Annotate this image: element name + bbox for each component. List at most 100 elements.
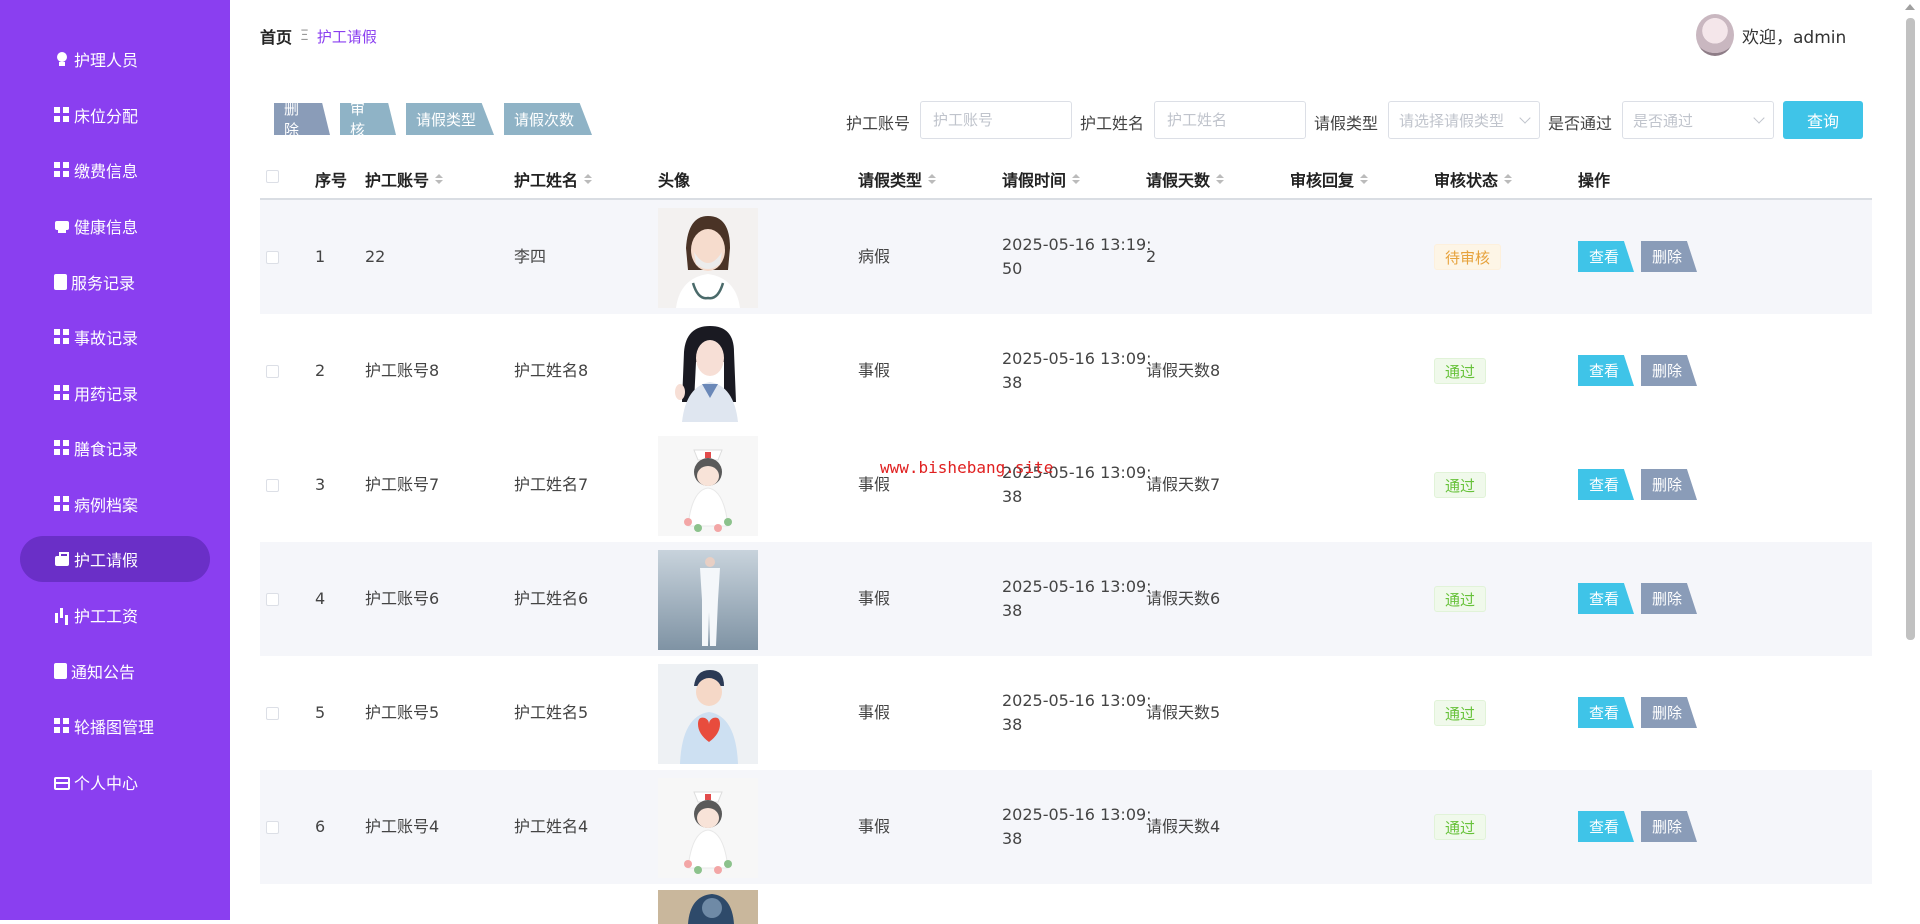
sort-icon[interactable]	[1072, 174, 1081, 184]
row-checkbox[interactable]	[266, 821, 279, 834]
breadcrumb-separator: Ξ	[300, 28, 309, 44]
sidebar-item-medication-records[interactable]: 用药记录	[20, 370, 210, 416]
sort-icon[interactable]	[435, 174, 444, 184]
type-filter-select[interactable]: 请选择请假类型	[1388, 101, 1540, 139]
sidebar-item-case-files[interactable]: 病例档案	[20, 481, 210, 527]
view-button[interactable]: 查看	[1578, 811, 1634, 842]
breadcrumb: 首页 Ξ 护工请假	[260, 24, 377, 48]
audit-button[interactable]: 审核	[340, 103, 396, 135]
sidebar-item-caregiver-leave[interactable]: 护工请假	[20, 536, 210, 582]
sidebar-item-caregiver-salary[interactable]: 护工工资	[20, 592, 210, 638]
sidebar-item-notices[interactable]: 通知公告	[20, 648, 210, 694]
sort-icon[interactable]	[928, 174, 937, 184]
table-row[interactable]: 6 护工账号4 护工姓名4 事假 2025-05-16 13:09: 38 请假…	[260, 770, 1872, 884]
cell-index: 1	[315, 247, 326, 266]
row-checkbox[interactable]	[266, 593, 279, 606]
header-name[interactable]: 护工姓名	[514, 167, 593, 191]
clipboard-icon	[54, 274, 67, 290]
cell-index: 5	[315, 703, 326, 722]
header-days-label: 请假天数	[1146, 171, 1211, 190]
status-badge: 通过	[1434, 586, 1487, 612]
briefcase-icon	[54, 551, 70, 567]
delete-row-button[interactable]: 删除	[1641, 583, 1697, 614]
sidebar-item-health[interactable]: 健康信息	[20, 203, 210, 249]
sidebar-item-service-records[interactable]: 服务记录	[20, 259, 210, 305]
sidebar-item-label: 床位分配	[74, 107, 139, 126]
sort-icon[interactable]	[1504, 174, 1513, 184]
cell-days: 请假天数4	[1146, 817, 1221, 836]
sidebar-item-label: 病例档案	[74, 496, 139, 515]
view-button[interactable]: 查看	[1578, 355, 1634, 386]
vertical-scrollbar[interactable]	[1906, 18, 1915, 640]
account-filter-input[interactable]	[920, 101, 1072, 139]
row-checkbox[interactable]	[266, 251, 279, 264]
sort-icon[interactable]	[584, 174, 593, 184]
view-button[interactable]: 查看	[1578, 241, 1634, 272]
view-button[interactable]: 查看	[1578, 583, 1634, 614]
header-status[interactable]: 审核状态	[1434, 167, 1513, 191]
cell-time-line1: 2025-05-16 13:19:	[1002, 235, 1152, 254]
lightbulb-icon	[54, 51, 70, 67]
avatar[interactable]	[1696, 14, 1734, 56]
sidebar-item-profile[interactable]: 个人中心	[20, 759, 210, 805]
sidebar-item-label: 护工请假	[74, 551, 139, 570]
delete-row-button[interactable]: 删除	[1641, 355, 1697, 386]
name-filter-input[interactable]	[1154, 101, 1306, 139]
table-row[interactable]: 5 护工账号5 护工姓名5 事假 2025-05-16 13:09: 38 请假…	[260, 656, 1872, 770]
avatar-photo[interactable]	[658, 778, 758, 878]
avatar-photo[interactable]	[658, 208, 758, 308]
view-button[interactable]: 查看	[1578, 697, 1634, 728]
header-ops: 操作	[1578, 171, 1611, 190]
table-header: 序号 护工账号 护工姓名 头像 请假类型 请假时间 请假天数 审核回复 审核状态…	[260, 153, 1872, 200]
header-time[interactable]: 请假时间	[1002, 167, 1081, 191]
cell-name: 护工姓名6	[514, 589, 589, 608]
sidebar-item-label: 健康信息	[74, 218, 139, 237]
sidebar-item-carousel[interactable]: 轮播图管理	[20, 703, 210, 749]
table-row[interactable]: 1 22 李四 病假 2025-05-16 13:19: 50 2 待审核 查看…	[260, 200, 1872, 314]
scroll-up-arrow-icon[interactable]	[1905, 4, 1915, 10]
delete-row-button[interactable]: 删除	[1641, 469, 1697, 500]
search-button[interactable]: 查询	[1783, 101, 1863, 139]
table-row[interactable]: 4 护工账号6 护工姓名6 事假 2025-05-16 13:09: 38 请假…	[260, 542, 1872, 656]
pass-filter-select[interactable]: 是否通过	[1622, 101, 1774, 139]
delete-button[interactable]: 删除	[274, 103, 330, 135]
sidebar-item-meal-records[interactable]: 膳食记录	[20, 425, 210, 471]
grid-icon	[54, 440, 70, 456]
cell-account: 护工账号8	[365, 361, 440, 380]
sort-icon[interactable]	[1216, 174, 1225, 184]
delete-row-button[interactable]: 删除	[1641, 697, 1697, 728]
cell-time-line2: 38	[1002, 601, 1023, 620]
sidebar-item-bed-allocation[interactable]: 床位分配	[20, 92, 210, 138]
delete-row-button[interactable]: 删除	[1641, 811, 1697, 842]
sidebar-item-accident-records[interactable]: 事故记录	[20, 314, 210, 360]
select-all-checkbox[interactable]	[266, 170, 279, 183]
cell-type: 病假	[858, 247, 891, 266]
breadcrumb-home[interactable]: 首页	[260, 24, 292, 48]
bar-chart-icon	[54, 607, 70, 623]
cell-time-line1: 2025-05-16 13:09:	[1002, 349, 1152, 368]
user-box[interactable]: 欢迎，admin	[1696, 14, 1846, 56]
header-days[interactable]: 请假天数	[1146, 167, 1225, 191]
leave-count-button[interactable]: 请假次数	[504, 103, 592, 135]
pass-filter-placeholder: 是否通过	[1633, 111, 1694, 130]
avatar-photo[interactable]	[658, 436, 758, 536]
header-type[interactable]: 请假类型	[858, 167, 937, 191]
sidebar-item-payment[interactable]: 缴费信息	[20, 147, 210, 193]
cell-time-line1: 2025-05-16 13:09:	[1002, 577, 1152, 596]
delete-row-button[interactable]: 删除	[1641, 241, 1697, 272]
header-reply[interactable]: 审核回复	[1290, 167, 1369, 191]
sidebar-item-nursing-staff[interactable]: 护理人员	[20, 36, 210, 82]
leave-type-button[interactable]: 请假类型	[406, 103, 494, 135]
row-checkbox[interactable]	[266, 479, 279, 492]
sort-icon[interactable]	[1360, 174, 1369, 184]
avatar-photo[interactable]	[658, 664, 758, 764]
avatar-photo[interactable]	[658, 550, 758, 650]
row-checkbox[interactable]	[266, 707, 279, 720]
avatar-photo[interactable]	[658, 322, 758, 422]
header-account[interactable]: 护工账号	[365, 167, 444, 191]
view-button[interactable]: 查看	[1578, 469, 1634, 500]
row-checkbox[interactable]	[266, 365, 279, 378]
table-row[interactable]: 3 护工账号7 护工姓名7 事假 2025-05-16 13:09: 38 请假…	[260, 428, 1872, 542]
cell-account: 护工账号5	[365, 703, 440, 722]
table-row[interactable]: 2 护工账号8 护工姓名8 事假 2025-05-16 13:09: 38 请假…	[260, 314, 1872, 428]
